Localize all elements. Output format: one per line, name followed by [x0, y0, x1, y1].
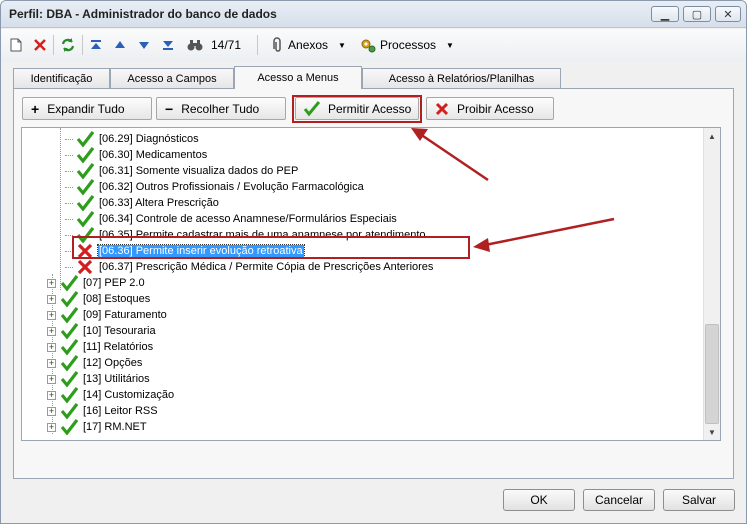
tab-acesso-menus[interactable]: Acesso a Menus: [234, 66, 362, 89]
annotation-arrows: [411, 128, 615, 252]
cancel-button[interactable]: Cancelar: [583, 489, 655, 511]
annotation-arrow-row: [473, 217, 615, 252]
annotation-arrow-allow: [411, 128, 489, 182]
profile-window: Perfil: DBA - Administrador do banco de …: [0, 0, 747, 524]
ok-button[interactable]: OK: [503, 489, 575, 511]
save-button[interactable]: Salvar: [663, 489, 735, 511]
